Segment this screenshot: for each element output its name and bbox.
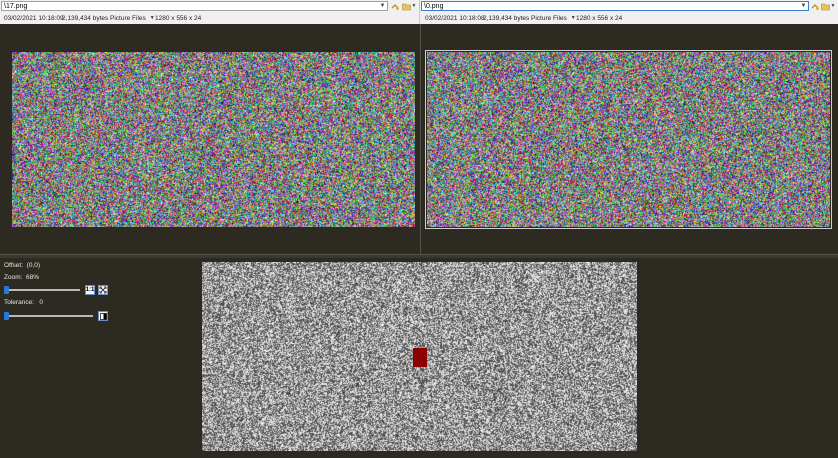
fit-to-window-button[interactable] <box>98 285 108 295</box>
left-image <box>12 52 415 227</box>
fit-icon <box>99 286 107 294</box>
offset-label-text: Offset: <box>4 262 23 269</box>
left-image-view[interactable] <box>0 24 419 254</box>
difference-view[interactable] <box>202 262 637 451</box>
chevron-down-icon: ▼ <box>150 15 155 21</box>
right-path-text: \0.png <box>424 3 443 11</box>
chevron-down-icon[interactable]: ▼ <box>829 1 837 11</box>
left-file-type-label: Picture Files <box>110 15 146 22</box>
right-file-bar: \0.png ▼ ▼ 03/02/2021 10:18:08 2,139,434… <box>419 0 838 24</box>
right-file-size: 2,139,434 bytes <box>483 15 531 22</box>
split-view-icon <box>100 313 107 320</box>
tolerance-slider-thumb[interactable] <box>4 312 9 320</box>
right-file-type-label: Picture Files <box>531 15 567 22</box>
right-file-info: 03/02/2021 10:18:08 2,139,434 bytes Pict… <box>425 13 622 23</box>
right-file-dimensions: 1280 x 556 x 24 <box>576 15 622 22</box>
one-to-one-button[interactable]: 1:1 <box>85 285 95 295</box>
tolerance-label-text: Tolerance: <box>4 299 34 306</box>
swap-colors-button[interactable] <box>98 311 108 321</box>
left-file-size: 2,139,434 bytes <box>62 15 110 22</box>
tolerance-slider[interactable] <box>5 315 93 317</box>
left-file-type-select[interactable]: Picture Files ▼ <box>110 15 155 22</box>
right-image <box>427 52 830 227</box>
horizontal-splitter[interactable] <box>0 254 838 258</box>
chevron-down-icon[interactable]: ▼ <box>410 1 418 11</box>
chevron-down-icon[interactable]: ▼ <box>799 2 808 10</box>
chevron-down-icon[interactable]: ▼ <box>378 2 387 10</box>
left-file-info: 03/02/2021 10:18:09 2,139,434 bytes Pict… <box>4 13 201 23</box>
right-path-input[interactable]: \0.png ▼ <box>421 1 809 11</box>
offset-value: (0,0) <box>27 262 40 269</box>
chevron-down-icon: ▼ <box>571 15 576 21</box>
zoom-slider-thumb[interactable] <box>4 286 9 294</box>
zoom-label: Zoom: 68% <box>4 274 39 281</box>
zoom-slider[interactable] <box>5 289 80 291</box>
zoom-value: 68% <box>26 274 39 281</box>
right-image-view[interactable] <box>420 24 838 254</box>
right-file-type-select[interactable]: Picture Files ▼ <box>531 15 576 22</box>
left-path-text: \17.png <box>4 3 27 11</box>
right-file-date: 03/02/2021 10:18:08 <box>425 15 483 22</box>
left-path-input[interactable]: \17.png ▼ <box>1 1 388 11</box>
offset-label: Offset: (0,0) <box>4 262 40 269</box>
tolerance-value: 0 <box>39 299 43 306</box>
swap-icon[interactable] <box>810 1 820 11</box>
zoom-label-text: Zoom: <box>4 274 22 281</box>
difference-marker <box>413 348 427 367</box>
swap-icon[interactable] <box>390 1 400 11</box>
left-file-date: 03/02/2021 10:18:09 <box>4 15 62 22</box>
left-file-bar: \17.png ▼ ▼ 03/02/2021 10:18:09 2,139,43… <box>0 0 419 24</box>
tolerance-label: Tolerance: 0 <box>4 299 43 306</box>
left-file-dimensions: 1280 x 556 x 24 <box>155 15 201 22</box>
